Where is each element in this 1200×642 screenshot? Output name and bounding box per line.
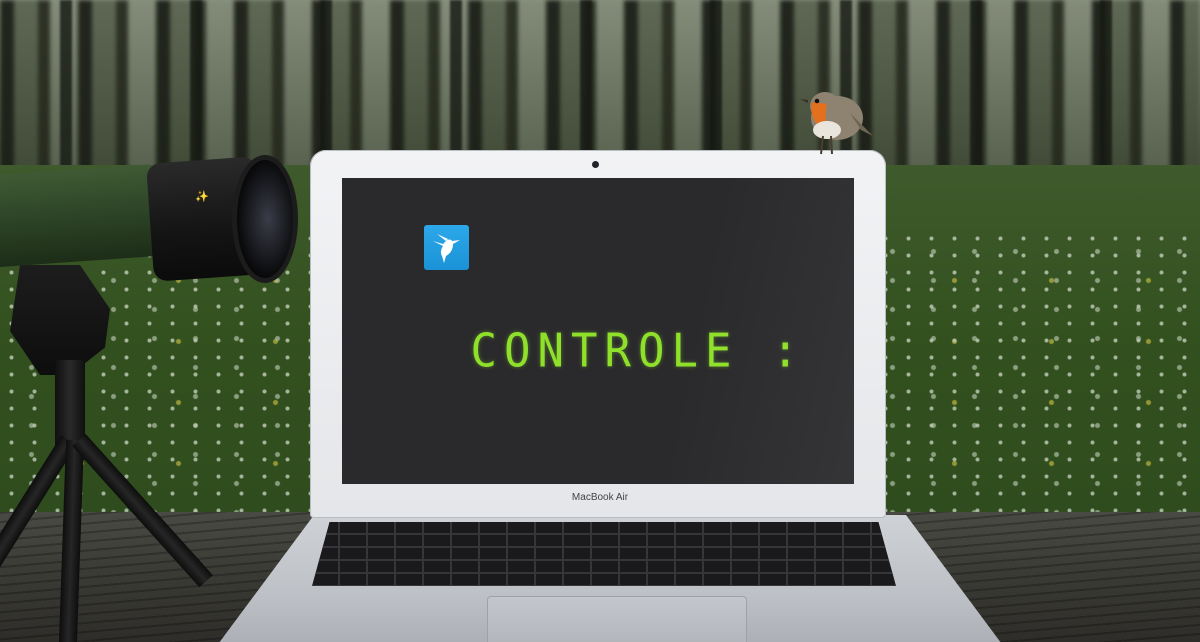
laptop-screen: CONTROLE : <box>342 178 854 484</box>
laptop-model-label: MacBook Air <box>571 492 629 503</box>
trackpad <box>487 596 747 642</box>
scope-body <box>0 163 163 269</box>
photo-scene: ✨ CONTROLE : MacBook Air <box>0 0 1200 642</box>
scope-lens <box>232 155 298 283</box>
webcam-icon <box>592 161 599 168</box>
scope-bird-logo-icon: ✨ <box>195 190 209 203</box>
keyboard-keys <box>312 522 896 586</box>
robin-bird-icon <box>800 92 873 155</box>
hummingbird-app-icon[interactable] <box>424 225 469 270</box>
hummingbird-icon <box>433 234 460 263</box>
